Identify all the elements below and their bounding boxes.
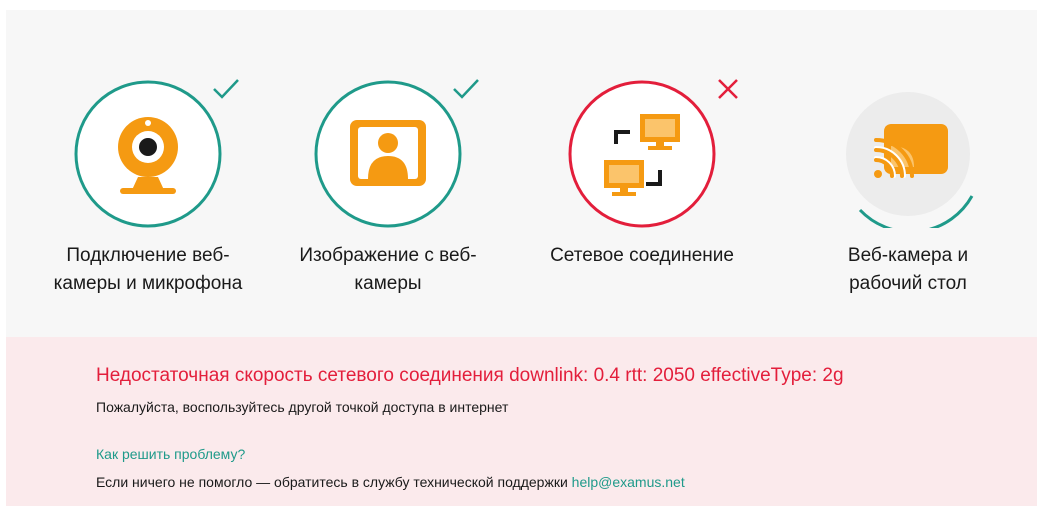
support-contact-label: Если ничего не помогло — обратитесь в сл… <box>96 474 572 490</box>
step-label: Изображение с веб- камеры <box>299 245 477 294</box>
step-webcam-desktop: Веб-камера и рабочий стол <box>793 10 1023 337</box>
step-webcam-microphone: Подключение веб- камеры и микрофона <box>33 10 263 337</box>
alert-subtitle: Пожалуйста, воспользуйтесь другой точкой… <box>96 399 509 415</box>
step-label: Сетевое соединение <box>550 245 734 266</box>
step-network: Сетевое соединение <box>527 10 757 337</box>
step-circle <box>74 80 222 228</box>
how-to-fix-link[interactable]: Как решить проблему? <box>96 446 245 462</box>
cross-icon <box>713 74 743 104</box>
step-circle <box>834 80 982 228</box>
network-error-alert: Недостаточная скорость сетевого соединен… <box>6 337 1037 506</box>
step-circle <box>568 80 716 228</box>
step-label: Веб-камера и рабочий стол <box>847 245 969 294</box>
checks-panel: Подключение веб- камеры и микрофона Изоб… <box>6 10 1037 337</box>
step-webcam-image: Изображение с веб- камеры <box>273 10 503 337</box>
support-contact-text: Если ничего не помогло — обратитесь в сл… <box>96 474 685 490</box>
user-portrait-icon <box>350 120 426 186</box>
check-icon <box>211 74 241 104</box>
check-icon <box>451 74 481 104</box>
support-email-link[interactable]: help@examus.net <box>572 474 685 490</box>
step-label: Подключение веб- камеры и микрофона <box>53 245 243 294</box>
step-circle <box>314 80 462 228</box>
alert-title: Недостаточная скорость сетевого соединен… <box>96 365 844 386</box>
screencast-icon <box>874 124 948 178</box>
